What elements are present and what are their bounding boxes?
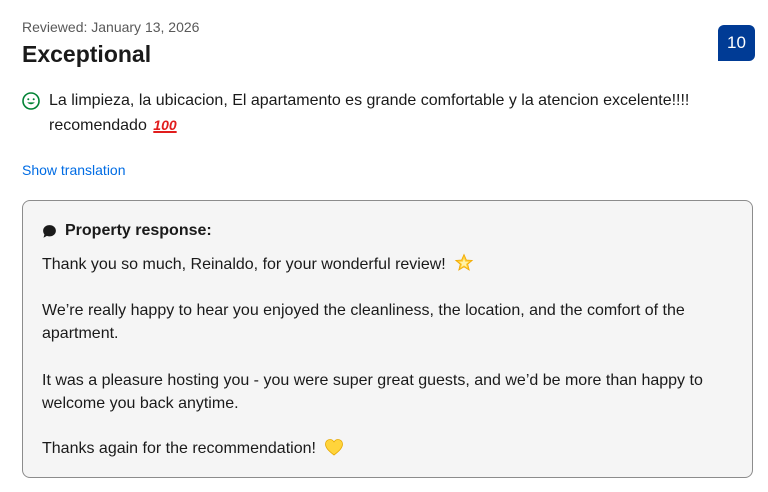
review-date: Reviewed: January 13, 2026 <box>22 19 200 35</box>
yellow-heart-emoji <box>325 439 344 456</box>
response-paragraph-4-text: Thanks again for the recommendation! <box>42 440 316 457</box>
hundred-points-emoji: 100 <box>153 117 177 133</box>
chat-bubble-icon <box>43 224 56 238</box>
response-paragraph-3: It was a pleasure hosting you - you were… <box>42 372 703 412</box>
smiley-face-icon <box>22 92 40 110</box>
review-positive-text: La limpieza, la ubicacion, El apartament… <box>49 89 749 138</box>
response-paragraph-2: We’re really happy to hear you enjoyed t… <box>42 302 685 342</box>
property-response-box: Property response: Thank you so much, Re… <box>22 200 753 478</box>
response-paragraph-1-text: Thank you so much, Reinaldo, for your wo… <box>42 256 446 273</box>
response-paragraph-4: Thanks again for the recommendation! <box>42 437 742 460</box>
review-text-line1: La limpieza, la ubicacion, El apartament… <box>49 92 690 109</box>
review-text-line2: recomendado <box>49 117 147 134</box>
glowing-star-emoji <box>454 253 474 271</box>
score-badge: 10 <box>718 25 755 61</box>
review-title: Exceptional <box>22 41 152 67</box>
property-response-heading: Property response: <box>65 222 212 239</box>
show-translation-link[interactable]: Show translation <box>22 161 126 179</box>
property-response-header: Property response: <box>42 221 212 241</box>
response-paragraph-1: Thank you so much, Reinaldo, for your wo… <box>42 253 742 276</box>
